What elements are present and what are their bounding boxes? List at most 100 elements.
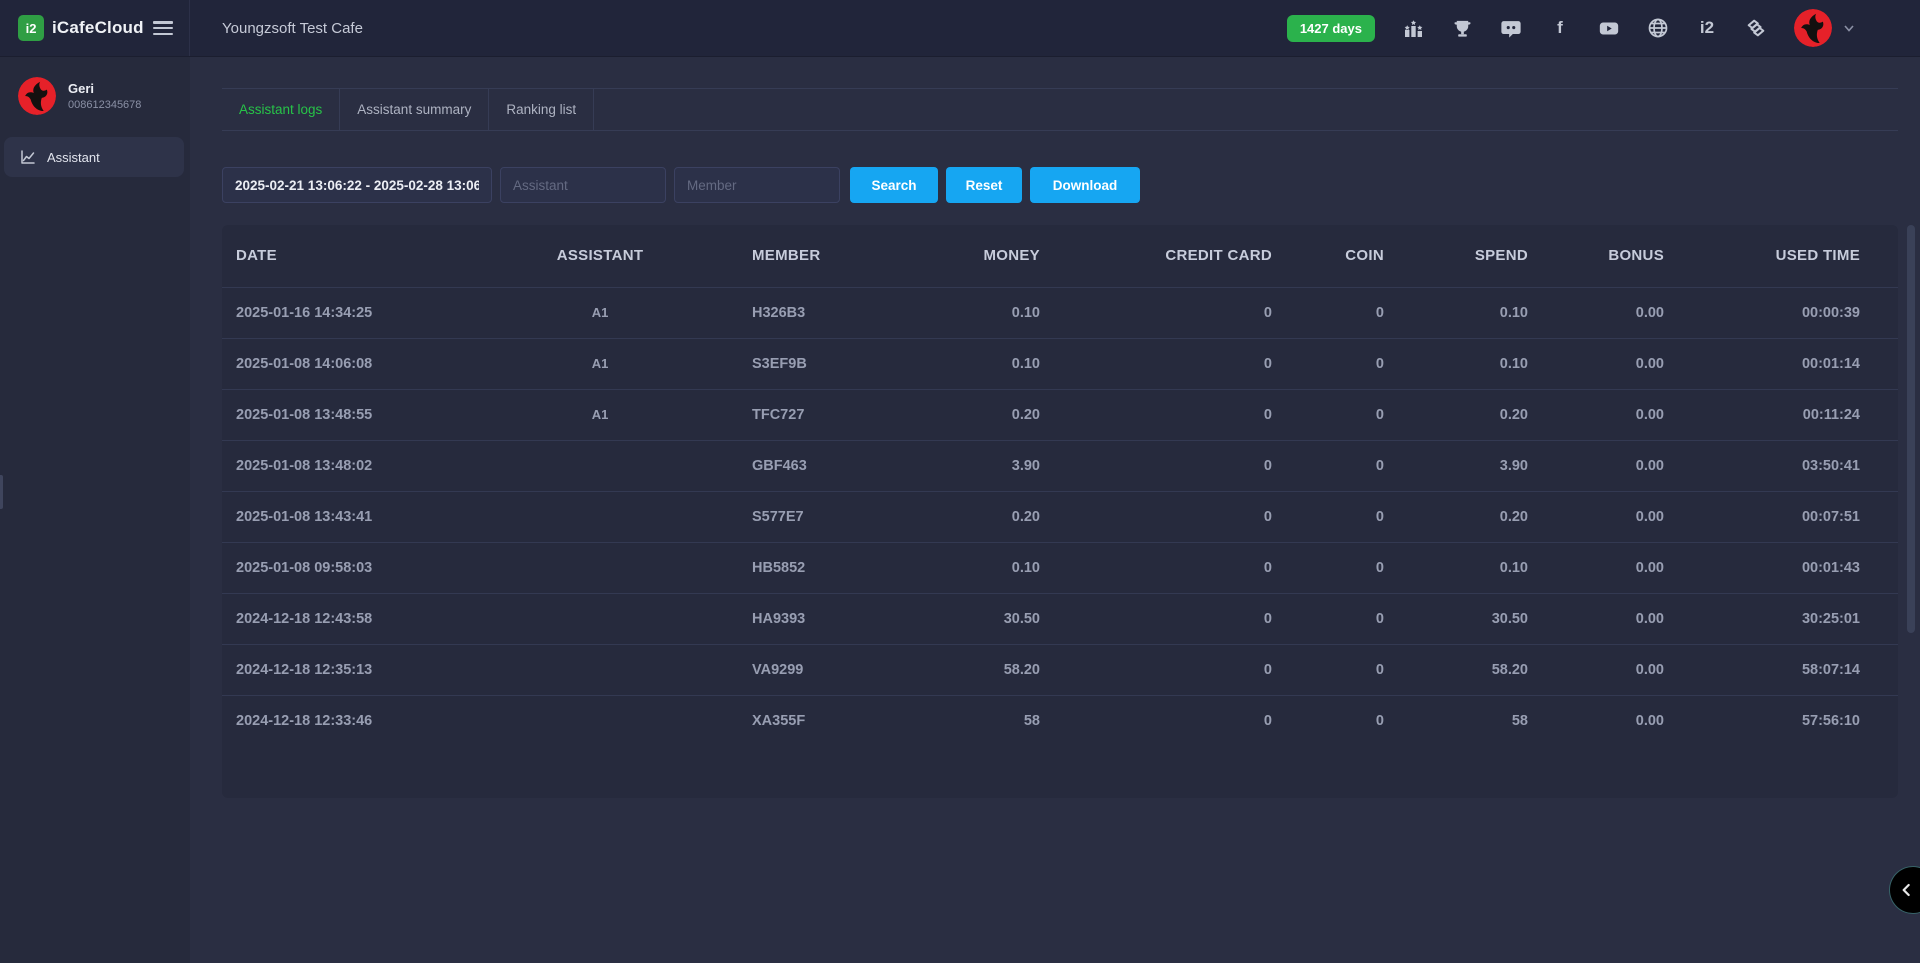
- cell-spend: 58: [1384, 695, 1528, 746]
- cell-assistant: [530, 695, 670, 746]
- cell-member: XA355F: [670, 695, 890, 746]
- cell-date: 2025-01-08 13:48:55: [222, 389, 530, 440]
- chevron-down-icon[interactable]: [1843, 22, 1855, 34]
- user-avatar[interactable]: [1794, 9, 1832, 47]
- cell-bonus: 0.00: [1528, 695, 1664, 746]
- sidebar-item-label: Assistant: [47, 150, 100, 165]
- facebook-icon[interactable]: f: [1549, 17, 1571, 39]
- user-name: Geri: [68, 81, 141, 96]
- layers-icon[interactable]: [1745, 17, 1767, 39]
- cell-coin: 0: [1272, 695, 1384, 746]
- search-button[interactable]: Search: [850, 167, 938, 203]
- cell-date: 2025-01-16 14:34:25: [222, 287, 530, 338]
- sidebar-avatar: [18, 77, 56, 115]
- column-header-coin: COIN: [1272, 225, 1384, 287]
- logs-table-card: DATEASSISTANTMEMBERMONEYCREDIT CARDCOINS…: [222, 225, 1898, 798]
- brand[interactable]: i2 iCafeCloud: [18, 15, 144, 41]
- scrollbar-thumb[interactable]: [1907, 225, 1915, 633]
- column-header-spend: SPEND: [1384, 225, 1528, 287]
- cell-spend: 0.10: [1384, 542, 1528, 593]
- tab-ranking-list[interactable]: Ranking list: [489, 89, 594, 130]
- column-header-credit-card: CREDIT CARD: [1040, 225, 1272, 287]
- cell-used-time: 00:01:14: [1664, 338, 1898, 389]
- cell-bonus: 0.00: [1528, 440, 1664, 491]
- cell-spend: 58.20: [1384, 644, 1528, 695]
- icafecloud-logo-icon: i2: [18, 15, 44, 41]
- reset-button[interactable]: Reset: [946, 167, 1022, 203]
- table-row[interactable]: 2024-12-18 12:43:58HA939330.500030.500.0…: [222, 593, 1898, 644]
- line-chart-icon: [20, 149, 36, 165]
- assistant-input[interactable]: [500, 167, 666, 203]
- youtube-icon[interactable]: [1598, 17, 1620, 39]
- cell-spend: 0.10: [1384, 338, 1528, 389]
- cell-used-time: 03:50:41: [1664, 440, 1898, 491]
- sidebar-user[interactable]: Geri 008612345678: [0, 57, 190, 133]
- cell-spend: 3.90: [1384, 440, 1528, 491]
- cell-spend: 0.10: [1384, 287, 1528, 338]
- table-row[interactable]: 2025-01-08 13:43:41S577E70.20000.200.000…: [222, 491, 1898, 542]
- date-range-input[interactable]: [222, 167, 492, 203]
- trophy-icon[interactable]: [1451, 17, 1473, 39]
- cell-member: H326B3: [670, 287, 890, 338]
- table-row[interactable]: 2024-12-18 12:35:13VA929958.200058.200.0…: [222, 644, 1898, 695]
- cell-used-time: 57:56:10: [1664, 695, 1898, 746]
- cell-used-time: 00:00:39: [1664, 287, 1898, 338]
- column-header-bonus: BONUS: [1528, 225, 1664, 287]
- cell-spend: 0.20: [1384, 389, 1528, 440]
- cell-used-time: 00:07:51: [1664, 491, 1898, 542]
- cell-assistant: [530, 542, 670, 593]
- table-header-row: DATEASSISTANTMEMBERMONEYCREDIT CARDCOINS…: [222, 225, 1898, 287]
- cell-member: GBF463: [670, 440, 890, 491]
- cell-used-time: 00:01:43: [1664, 542, 1898, 593]
- sidebar-item-assistant[interactable]: Assistant: [4, 137, 184, 177]
- cell-date: 2025-01-08 13:43:41: [222, 491, 530, 542]
- table-row[interactable]: 2025-01-08 14:06:08A1S3EF9B0.10000.100.0…: [222, 338, 1898, 389]
- tab-strip: Assistant logs Assistant summary Ranking…: [222, 88, 1898, 131]
- download-button[interactable]: Download: [1030, 167, 1140, 203]
- cell-assistant: A1: [530, 287, 670, 338]
- cell-assistant: [530, 440, 670, 491]
- cell-coin: 0: [1272, 338, 1384, 389]
- cell-used-time: 30:25:01: [1664, 593, 1898, 644]
- column-header-date: DATE: [222, 225, 530, 287]
- table-row[interactable]: 2025-01-08 13:48:55A1TFC7270.20000.200.0…: [222, 389, 1898, 440]
- cell-spend: 30.50: [1384, 593, 1528, 644]
- cell-coin: 0: [1272, 287, 1384, 338]
- table-body: 2025-01-16 14:34:25A1H326B30.10000.100.0…: [222, 287, 1898, 746]
- tab-assistant-logs[interactable]: Assistant logs: [222, 89, 340, 130]
- cell-member: S3EF9B: [670, 338, 890, 389]
- cell-member: TFC727: [670, 389, 890, 440]
- table-row[interactable]: 2025-01-08 09:58:03HB58520.10000.100.000…: [222, 542, 1898, 593]
- table-row[interactable]: 2025-01-16 14:34:25A1H326B30.10000.100.0…: [222, 287, 1898, 338]
- cell-coin: 0: [1272, 491, 1384, 542]
- cell-bonus: 0.00: [1528, 287, 1664, 338]
- table-row[interactable]: 2024-12-18 12:33:46XA355F5800580.0057:56…: [222, 695, 1898, 746]
- tab-assistant-summary[interactable]: Assistant summary: [340, 89, 489, 130]
- globe-icon[interactable]: [1647, 17, 1669, 39]
- icafecloud-icon[interactable]: i2: [1696, 17, 1718, 39]
- cell-member: S577E7: [670, 491, 890, 542]
- cell-assistant: [530, 593, 670, 644]
- sidebar-scroll-indicator: [0, 475, 3, 509]
- cell-date: 2025-01-08 13:48:02: [222, 440, 530, 491]
- cell-date: 2024-12-18 12:43:58: [222, 593, 530, 644]
- cell-date: 2025-01-08 14:06:08: [222, 338, 530, 389]
- cell-coin: 0: [1272, 644, 1384, 695]
- member-input[interactable]: [674, 167, 840, 203]
- cell-member: HA9393: [670, 593, 890, 644]
- cell-member: HB5852: [670, 542, 890, 593]
- table-row[interactable]: 2025-01-08 13:48:02GBF4633.90003.900.000…: [222, 440, 1898, 491]
- cell-bonus: 0.00: [1528, 644, 1664, 695]
- cell-money: 0.20: [890, 491, 1040, 542]
- column-header-assistant: ASSISTANT: [530, 225, 670, 287]
- cell-credit-card: 0: [1040, 389, 1272, 440]
- cell-bonus: 0.00: [1528, 338, 1664, 389]
- menu-toggle-icon[interactable]: [153, 21, 173, 35]
- cafe-title: Youngzsoft Test Cafe: [222, 20, 363, 37]
- cell-bonus: 0.00: [1528, 593, 1664, 644]
- cell-bonus: 0.00: [1528, 389, 1664, 440]
- discord-icon[interactable]: [1500, 17, 1522, 39]
- ranking-podium-icon[interactable]: [1402, 17, 1424, 39]
- cell-money: 3.90: [890, 440, 1040, 491]
- days-badge[interactable]: 1427 days: [1287, 15, 1375, 42]
